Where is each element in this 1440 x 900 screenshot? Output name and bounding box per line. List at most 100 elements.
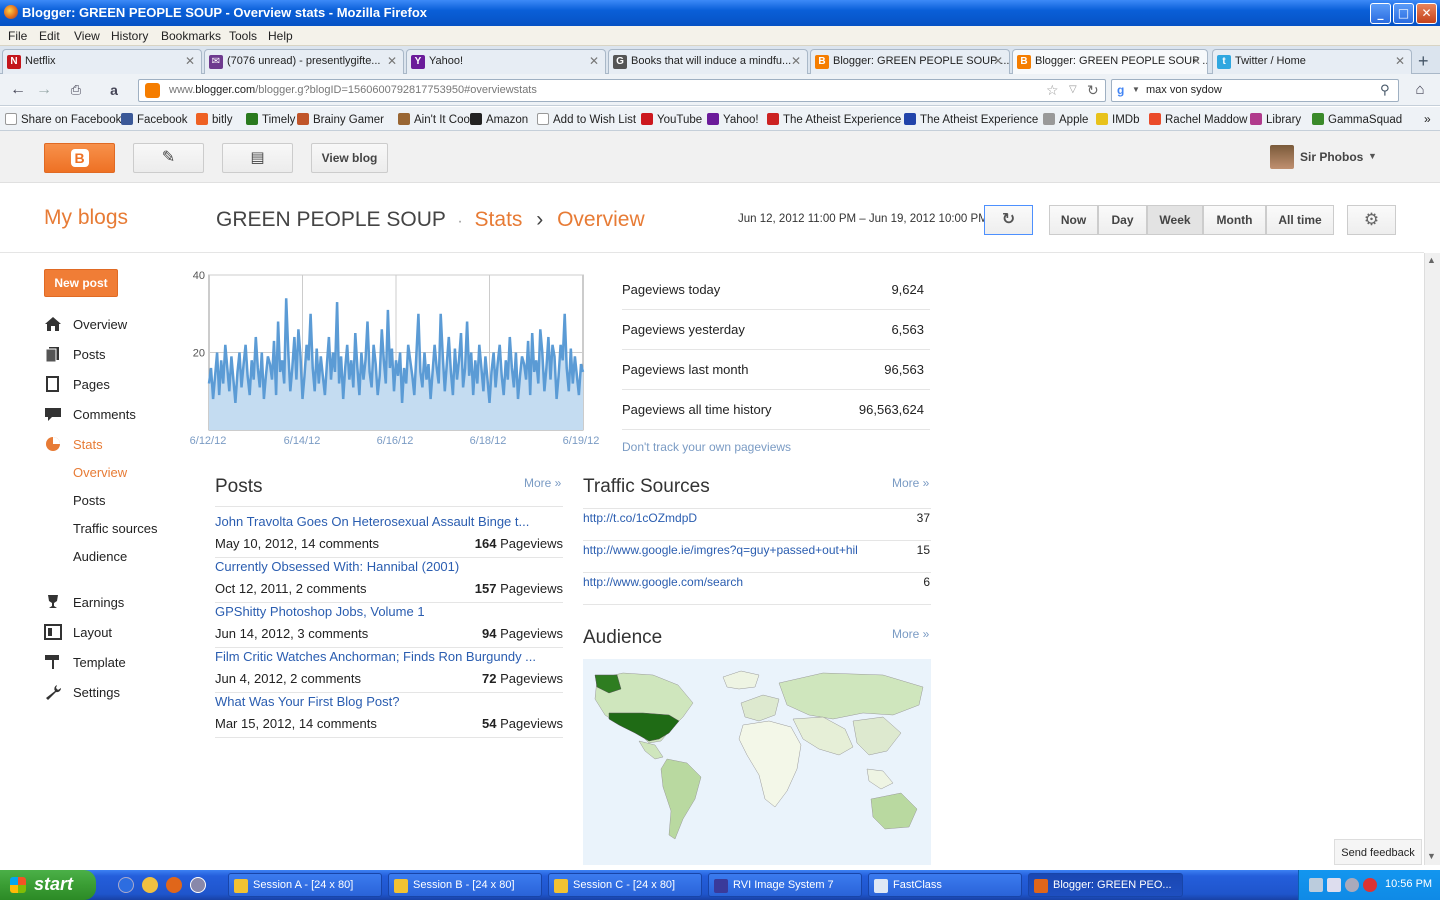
stats-sub-traffic-sources[interactable]: Traffic sources: [73, 521, 158, 536]
sidebar-item-layout[interactable]: Layout: [44, 624, 112, 640]
taskbar-window-button[interactable]: RVI Image System 7: [708, 873, 862, 897]
range-all-time-button[interactable]: All time: [1266, 205, 1334, 235]
posts-more-link[interactable]: More »: [524, 476, 561, 490]
refresh-button[interactable]: ↻: [984, 205, 1033, 235]
reload-icon[interactable]: ↻: [1087, 82, 1099, 99]
forward-icon[interactable]: →: [32, 79, 56, 101]
amazon-icon[interactable]: a: [102, 79, 126, 101]
bookmark-item[interactable]: Ain't It Cool: [398, 113, 472, 126]
menu-file[interactable]: File: [8, 29, 27, 43]
bookmark-item[interactable]: Facebook: [121, 113, 188, 126]
browser-tab[interactable]: B Blogger: GREEN PEOPLE SOUP ... ✕: [810, 49, 1010, 74]
sidebar-item-overview[interactable]: Overview: [44, 316, 127, 332]
tab-close-icon[interactable]: ✕: [791, 54, 801, 68]
taskbar-window-button[interactable]: Session B - [24 x 80]: [388, 873, 542, 897]
tab-close-icon[interactable]: ✕: [185, 54, 195, 68]
stats-sub-overview[interactable]: Overview: [73, 465, 127, 480]
taskbar-window-button[interactable]: Session A - [24 x 80]: [228, 873, 382, 897]
google-icon[interactable]: g: [1117, 83, 1124, 97]
send-feedback-button[interactable]: Send feedback: [1334, 839, 1422, 865]
sidebar-item-settings[interactable]: Settings: [44, 684, 120, 700]
traffic-more-link[interactable]: More »: [892, 476, 929, 490]
browser-tab[interactable]: G Books that will induce a mindfu... ✕: [608, 49, 808, 74]
menu-bookmarks[interactable]: Bookmarks: [161, 29, 221, 43]
browser-tab[interactable]: Y Yahoo! ✕: [406, 49, 606, 74]
bookmark-item[interactable]: bitly: [196, 113, 232, 126]
bookmark-item[interactable]: Library: [1250, 113, 1301, 126]
post-title-link[interactable]: What Was Your First Blog Post?: [215, 694, 535, 709]
taskbar-window-button[interactable]: Blogger: GREEN PEO...: [1028, 873, 1183, 897]
post-title-link[interactable]: Currently Obsessed With: Hannibal (2001): [215, 559, 535, 574]
scroll-down-icon[interactable]: ▼: [1427, 851, 1436, 861]
url-dropdown-icon[interactable]: ▽: [1069, 84, 1077, 95]
tab-close-icon[interactable]: ✕: [1191, 54, 1201, 68]
minimize-button[interactable]: _: [1370, 3, 1391, 24]
blogger-logo-button[interactable]: B: [44, 143, 115, 173]
browser-tab[interactable]: B Blogger: GREEN PEOPLE SOUP ... ✕: [1012, 49, 1208, 75]
browser-tab[interactable]: N Netflix ✕: [2, 49, 202, 74]
bookmark-item[interactable]: Share on Facebook: [5, 113, 121, 126]
post-title-link[interactable]: Film Critic Watches Anchorman; Finds Ron…: [215, 649, 535, 664]
new-post-button[interactable]: New post: [44, 269, 118, 297]
bookmark-item[interactable]: The Atheist Experience: [904, 113, 1038, 126]
firefox-quicklaunch-icon[interactable]: [166, 877, 182, 893]
new-tab-button[interactable]: +: [1418, 51, 1429, 72]
view-posts-button[interactable]: ▤: [222, 143, 293, 173]
tab-close-icon[interactable]: ✕: [589, 54, 599, 68]
home-icon[interactable]: ⌂: [1408, 79, 1432, 101]
bookmark-item[interactable]: IMDb: [1096, 113, 1139, 126]
maximize-button[interactable]: □: [1393, 3, 1414, 24]
new-post-pencil-button[interactable]: ✎: [133, 143, 204, 173]
bookmark-star-icon[interactable]: ☆: [1046, 82, 1059, 99]
sidebar-item-earnings[interactable]: Earnings: [44, 594, 124, 610]
range-week-button[interactable]: Week: [1147, 205, 1203, 235]
close-window-button[interactable]: ✕: [1416, 3, 1437, 24]
browser-tab[interactable]: ✉ (7076 unread) - presentlygifte... ✕: [204, 49, 404, 74]
bookmark-item[interactable]: Apple: [1043, 113, 1088, 126]
browser-tab[interactable]: t Twitter / Home ✕: [1212, 49, 1412, 74]
taskbar-window-button[interactable]: FastClass: [868, 873, 1022, 897]
sidebar-item-comments[interactable]: Comments: [44, 406, 136, 422]
traffic-source-link[interactable]: http://www.google.com/search: [583, 575, 743, 589]
bookmark-item[interactable]: Timely: [246, 113, 295, 126]
avatar[interactable]: [1270, 145, 1294, 169]
view-blog-button[interactable]: View blog: [311, 143, 388, 173]
tab-close-icon[interactable]: ✕: [1395, 54, 1405, 68]
outlook-quicklaunch-icon[interactable]: [142, 877, 158, 893]
dont-track-link[interactable]: Don't track your own pageviews: [622, 440, 791, 454]
print-icon[interactable]: ⎙: [64, 79, 88, 101]
range-month-button[interactable]: Month: [1203, 205, 1266, 235]
bookmark-item[interactable]: Brainy Gamer: [297, 113, 384, 126]
start-button[interactable]: start: [0, 870, 96, 900]
traffic-source-link[interactable]: http://t.co/1cOZmdpD: [583, 511, 697, 525]
bookmark-item[interactable]: Add to Wish List: [537, 113, 636, 126]
media-quicklaunch-icon[interactable]: [190, 877, 206, 893]
traffic-source-link[interactable]: http://www.google.ie/imgres?q=guy+passed…: [583, 543, 858, 557]
network-tray-icon[interactable]: [1309, 878, 1323, 892]
scroll-up-icon[interactable]: ▲: [1427, 255, 1436, 265]
search-engine-dropdown-icon[interactable]: ▼: [1132, 85, 1140, 94]
sidebar-item-stats[interactable]: Stats: [44, 436, 103, 452]
bookmark-item[interactable]: YouTube: [641, 113, 702, 126]
menu-view[interactable]: View: [74, 29, 100, 43]
stats-sub-posts[interactable]: Posts: [73, 493, 106, 508]
menu-help[interactable]: Help: [268, 29, 293, 43]
menu-edit[interactable]: Edit: [39, 29, 60, 43]
url-bar[interactable]: www.blogger.com/blogger.g?blogID=1560600…: [138, 79, 1106, 102]
search-input[interactable]: max von sydow: [1146, 84, 1222, 96]
bookmark-item[interactable]: Yahoo!: [707, 113, 759, 126]
ie-quicklaunch-icon[interactable]: [118, 877, 134, 893]
bookmarks-overflow-icon[interactable]: »: [1424, 112, 1431, 126]
antivirus-tray-icon[interactable]: [1363, 878, 1377, 892]
bookmark-item[interactable]: Amazon: [470, 113, 528, 126]
taskbar-window-button[interactable]: Session C - [24 x 80]: [548, 873, 702, 897]
printer-tray-icon[interactable]: [1327, 878, 1341, 892]
range-now-button[interactable]: Now: [1049, 205, 1098, 235]
sidebar-item-pages[interactable]: Pages: [44, 376, 110, 392]
search-icon[interactable]: ⚲: [1380, 82, 1390, 98]
update-tray-icon[interactable]: [1345, 878, 1359, 892]
post-title-link[interactable]: GPShitty Photoshop Jobs, Volume 1: [215, 604, 535, 619]
search-bar[interactable]: g ▼ max von sydow ⚲: [1111, 79, 1399, 102]
post-title-link[interactable]: John Travolta Goes On Heterosexual Assau…: [215, 514, 535, 529]
audience-more-link[interactable]: More »: [892, 627, 929, 641]
